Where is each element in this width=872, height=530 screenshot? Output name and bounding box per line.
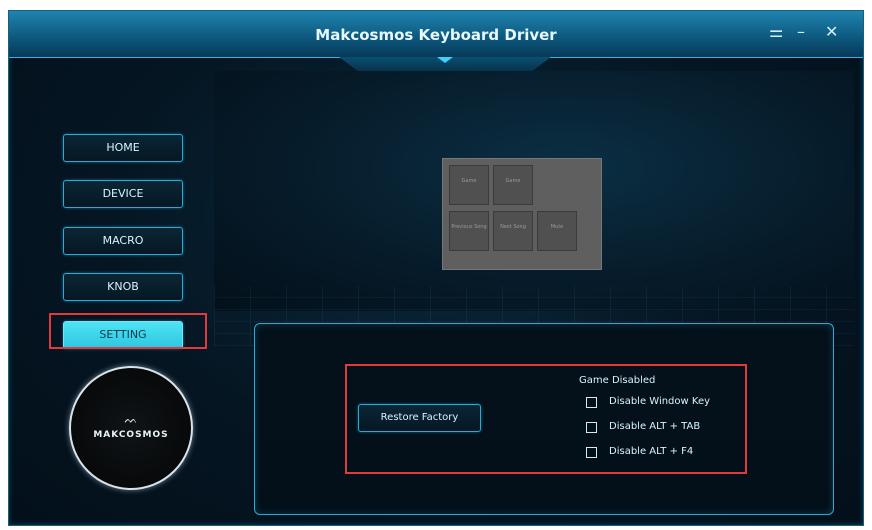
key-preview[interactable]: Next Song: [493, 211, 533, 251]
nav-home-button[interactable]: HOME: [63, 134, 183, 162]
nav-device-button[interactable]: DEVICE: [63, 180, 183, 208]
restore-factory-button[interactable]: Restore Factory: [358, 404, 481, 432]
nav-macro-button[interactable]: MACRO: [63, 227, 183, 255]
checkbox-label: Disable Window Key: [609, 396, 711, 407]
checkbox-label: Disable ALT + F4: [609, 446, 694, 457]
key-preview[interactable]: Game: [493, 165, 533, 205]
logo-mark-icon: ᨓ: [124, 413, 138, 426]
notch-arrow-icon: [437, 57, 453, 63]
brand-logo: ᨓ MAKCOSMOS: [69, 366, 193, 490]
key-label: Mute: [550, 224, 564, 230]
setting-highlight-box: [49, 313, 207, 349]
game-disabled-title: Game Disabled: [579, 375, 656, 386]
device-preview: Game Game Previous Song Next Song Mute: [442, 158, 602, 270]
nav-knob-button[interactable]: KNOB: [63, 273, 183, 301]
key-label: Game: [505, 178, 521, 184]
minimize-button[interactable]: –: [797, 23, 805, 41]
checkbox[interactable]: [586, 421, 597, 433]
key-label: Previous Song: [451, 224, 487, 230]
close-button[interactable]: ✕: [825, 23, 838, 41]
checkbox-label: Disable ALT + TAB: [609, 421, 701, 432]
disable-window-key-option[interactable]: Disable Window Key: [586, 395, 710, 409]
key-label: Next Song: [500, 224, 526, 230]
key-preview[interactable]: Previous Song: [449, 211, 489, 251]
logo-text: MAKCOSMOS: [93, 430, 169, 440]
app-window: Makcosmos Keyboard Driver ⚌ – ✕ Game Gam…: [8, 10, 864, 526]
key-preview[interactable]: Mute: [537, 211, 577, 251]
disable-alt-tab-option[interactable]: Disable ALT + TAB: [586, 420, 700, 434]
checkbox[interactable]: [586, 396, 597, 408]
disable-alt-f4-option[interactable]: Disable ALT + F4: [586, 445, 693, 459]
title-bar: Makcosmos Keyboard Driver ⚌ – ✕: [9, 11, 863, 58]
window-title: Makcosmos Keyboard Driver: [315, 26, 557, 44]
key-label: Game: [461, 178, 477, 184]
key-preview[interactable]: Game: [449, 165, 489, 205]
menu-icon[interactable]: ⚌: [769, 23, 783, 41]
checkbox[interactable]: [586, 446, 597, 458]
